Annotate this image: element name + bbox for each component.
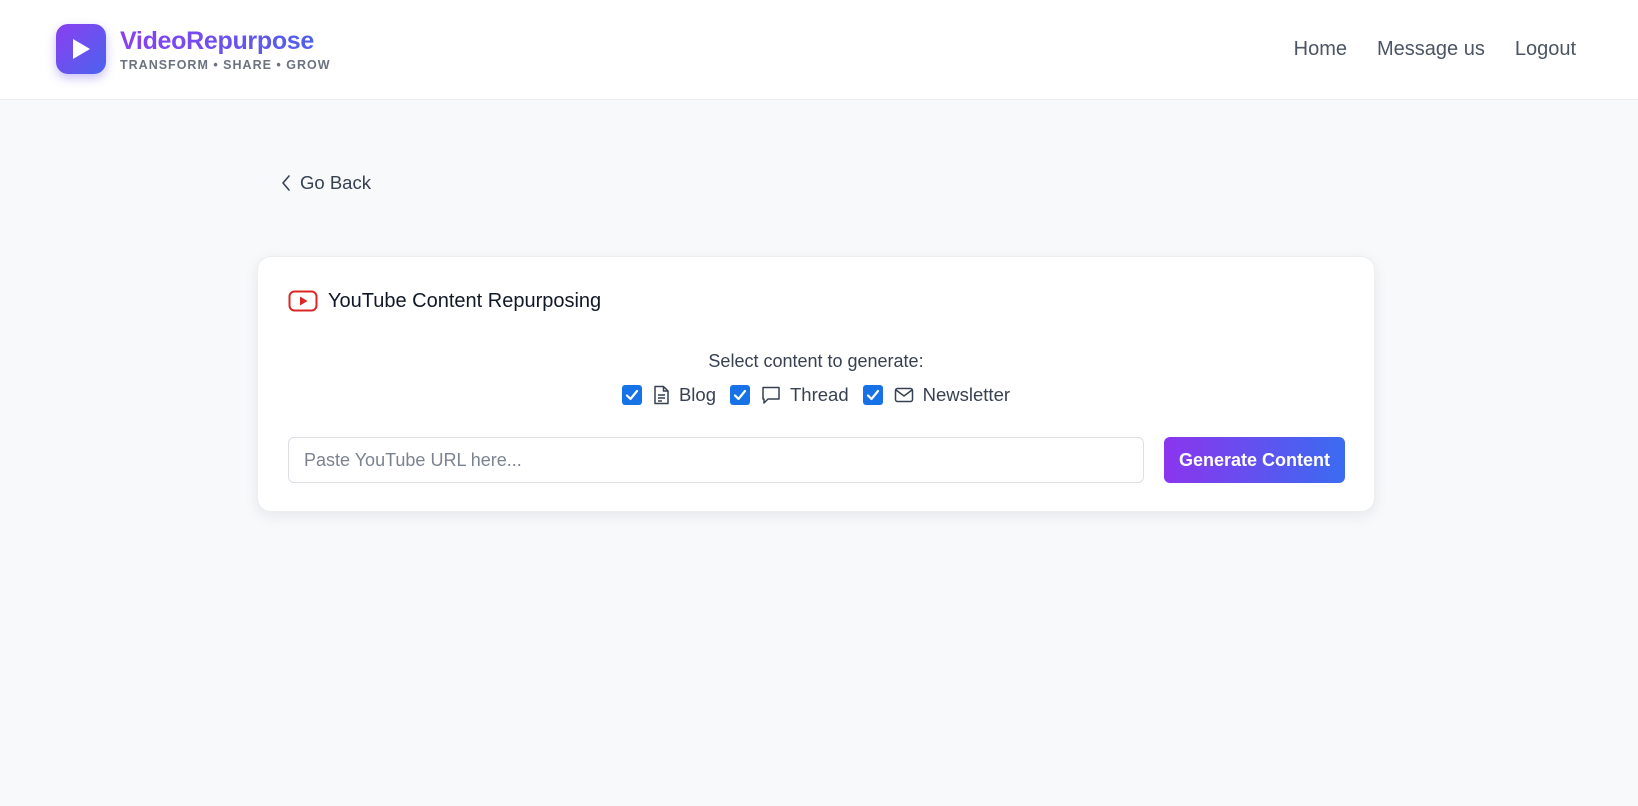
chat-bubble-icon (762, 386, 780, 404)
mail-icon (894, 387, 913, 403)
youtube-icon (288, 290, 318, 312)
checkmark-icon (625, 389, 639, 401)
chevron-left-icon (282, 175, 290, 191)
generate-content-button[interactable]: Generate Content (1164, 437, 1345, 483)
document-icon (654, 385, 669, 405)
content-options: Blog Thread Newsletter (258, 383, 1374, 407)
brand-name: VideoRepurpose (120, 26, 331, 56)
select-content-label: Select content to generate: (708, 351, 924, 371)
option-newsletter[interactable]: Newsletter (862, 383, 1011, 407)
go-back-button[interactable]: Go Back (280, 170, 371, 196)
nav-message-us-link[interactable]: Message us (1377, 36, 1485, 62)
repurpose-card: YouTube Content Repurposing Select conte… (257, 256, 1375, 512)
newsletter-checkbox[interactable] (862, 385, 883, 405)
main-nav: Home Message us Logout (1294, 36, 1576, 62)
option-thread[interactable]: Thread (730, 383, 849, 407)
nav-home-link[interactable]: Home (1294, 36, 1347, 62)
play-icon (73, 39, 90, 59)
brand[interactable]: VideoRepurpose TRANSFORM • SHARE • GROW (56, 24, 331, 74)
blog-checkbox[interactable] (621, 385, 642, 405)
card-header: YouTube Content Repurposing (288, 288, 601, 314)
checkmark-icon (866, 389, 879, 401)
thread-checkbox[interactable] (730, 385, 750, 405)
thread-label: Thread (790, 384, 849, 405)
brand-tagline: TRANSFORM • SHARE • GROW (120, 58, 331, 72)
blog-label: Blog (678, 384, 716, 405)
card-title: YouTube Content Repurposing (328, 290, 602, 312)
top-header: VideoRepurpose TRANSFORM • SHARE • GROW … (0, 0, 1638, 100)
youtube-url-input[interactable] (288, 437, 1144, 483)
newsletter-label: Newsletter (922, 384, 1011, 405)
brand-logo (56, 24, 106, 74)
option-blog[interactable]: Blog (621, 383, 716, 407)
go-back-label: Go Back (300, 172, 371, 193)
nav-logout-link[interactable]: Logout (1515, 36, 1576, 62)
checkmark-icon (733, 389, 747, 401)
